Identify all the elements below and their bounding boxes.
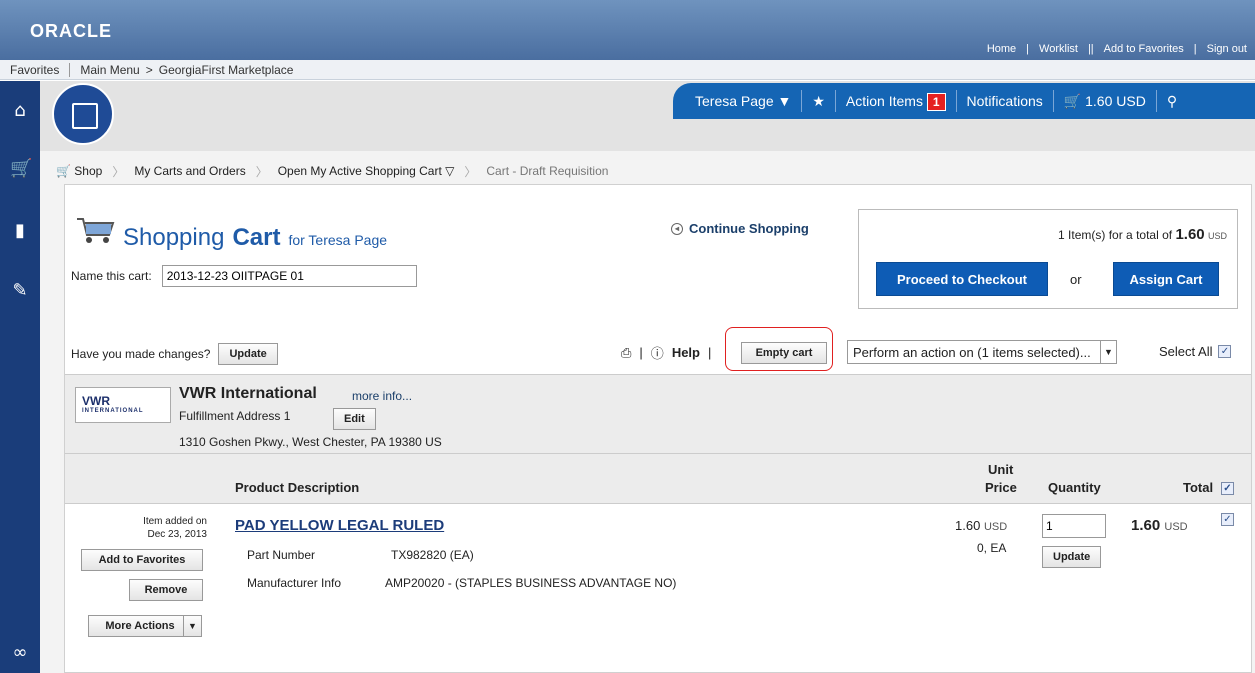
main-menu[interactable]: Main Menu (80, 63, 139, 77)
top-links: Home | Worklist || Add to Favorites | Si… (986, 43, 1247, 55)
cart-icon[interactable]: 🛒 (10, 159, 32, 179)
cart-total-link[interactable]: 🛒 1.60 USD (1064, 93, 1146, 110)
chevron-down-icon: ▼ (1100, 341, 1116, 363)
product-name-link[interactable]: PAD YELLOW LEGAL RULED (235, 517, 444, 534)
add-to-favorites-link[interactable]: Add to Favorites (1104, 43, 1184, 55)
current-page-crumb: GeorgiaFirst Marketplace (158, 62, 294, 77)
favorites-menu[interactable]: Favorites (10, 63, 59, 77)
unit-price: 1.60 USD (955, 518, 1008, 533)
checkout-box: 1 Item(s) for a total of 1.60 USD Procee… (858, 209, 1238, 309)
active-cart-crumb[interactable]: Open My Active Shopping Cart ▽ (278, 164, 455, 178)
home-icon[interactable]: ⌂ (10, 101, 30, 121)
select-all[interactable]: Select All ✓ (1159, 344, 1232, 359)
shop-crumb[interactable]: 🛒 Shop (56, 164, 102, 178)
total-header: Total (1183, 480, 1214, 495)
changes-row: Have you made changes? Update (71, 343, 278, 365)
price-header: Price (985, 480, 1017, 495)
cart-icon: 🛒 (1063, 92, 1082, 109)
chevron-down-icon[interactable]: ▼ (183, 616, 201, 636)
supplier-address: 1310 Goshen Pkwy., West Chester, PA 1938… (179, 435, 442, 449)
documents-icon[interactable]: ▮ (10, 221, 30, 241)
assign-cart-button[interactable]: Assign Cart (1113, 262, 1219, 296)
fulfillment-address-label: Fulfillment Address 1 (179, 409, 291, 423)
shopping-cart-icon (77, 218, 115, 243)
manufacturer-value: AMP20020 - (STAPLES BUSINESS ADVANTAGE N… (385, 576, 677, 590)
empty-cart-button[interactable]: Empty cart (741, 342, 827, 364)
more-info-link[interactable]: more info... (352, 389, 412, 403)
draft-requisition-crumb: Cart - Draft Requisition (486, 164, 609, 178)
item-added-date: Item added on Dec 23, 2013 (143, 516, 207, 540)
cart-summary: 1 Item(s) for a total of 1.60 USD (1058, 226, 1227, 243)
table-header: Product Description Unit Price Quantity … (65, 454, 1251, 504)
notifications-link[interactable]: Notifications (967, 93, 1043, 109)
menu-strip: Favorites Main Menu > GeorgiaFirst Marke… (0, 60, 1255, 80)
continue-shopping-link[interactable]: ◂ Continue Shopping (671, 221, 809, 236)
cart-name-input[interactable] (161, 265, 417, 287)
update-quantity-button[interactable]: Update (1042, 546, 1102, 568)
star-icon[interactable]: ★ (812, 93, 825, 110)
edit-address-button[interactable]: Edit (333, 408, 376, 430)
banner: Teresa Page ▼ ★ Action Items 1 Notificat… (40, 81, 1255, 151)
cart-name-label: Name this cart: (71, 269, 152, 283)
line-total: 1.60 USD (1131, 517, 1188, 534)
left-nav: ⌂ 🛒 ▮ ✎ ∞ (0, 81, 40, 673)
add-to-favorites-button[interactable]: Add to Favorites (81, 549, 203, 571)
page-title: Shopping Cart for Teresa Page (75, 215, 387, 252)
product-description-header: Product Description (235, 480, 360, 495)
total-checkbox[interactable]: ✓ (1221, 482, 1234, 495)
part-number-value: TX982820 (EA) (391, 548, 474, 562)
oracle-header: ORACLE Home | Worklist || Add to Favorit… (0, 0, 1255, 60)
vwr-logo: VWR INTERNATIONAL (75, 387, 171, 423)
supplier-name: VWR International (179, 385, 317, 402)
binoculars-icon[interactable]: ∞ (10, 643, 30, 663)
manufacturer-label: Manufacturer Info (247, 576, 342, 590)
quantity-input[interactable] (1042, 514, 1106, 538)
item-checkbox[interactable]: ✓ (1221, 513, 1234, 526)
user-menu[interactable]: Teresa Page ▼ (695, 93, 791, 109)
cart-panel: Shopping Cart for Teresa Page Name this … (64, 184, 1252, 673)
cart-name-row: Name this cart: (71, 265, 417, 287)
search-icon[interactable]: ⚲ (1167, 93, 1177, 110)
update-cart-button[interactable]: Update (218, 343, 278, 365)
back-arrow-icon: ◂ (671, 222, 683, 235)
unit-header: Unit (988, 462, 1014, 477)
edit-icon[interactable]: ✎ (10, 281, 30, 301)
part-number-label: Part Number (247, 548, 316, 562)
oracle-logo: ORACLE (30, 21, 112, 41)
unit-of-measure: 0, EA (977, 541, 1007, 555)
action-items-badge: 1 (926, 93, 946, 111)
action-select[interactable]: Perform an action on (1 items selected).… (847, 340, 1117, 364)
remove-button[interactable]: Remove (129, 579, 203, 601)
cart-tools: ⎙ | ⓘ Help | (621, 344, 712, 362)
user-toolbar: Teresa Page ▼ ★ Action Items 1 Notificat… (673, 83, 1255, 119)
help-link[interactable]: Help (672, 345, 700, 360)
main-content: Teresa Page ▼ ★ Action Items 1 Notificat… (40, 81, 1255, 673)
home-link[interactable]: Home (987, 43, 1016, 55)
university-seal-logo (52, 83, 114, 145)
action-items-link[interactable]: Action Items 1 (846, 93, 946, 111)
help-icon: ⓘ (650, 346, 664, 361)
sign-out-link[interactable]: Sign out (1207, 43, 1247, 55)
select-all-checkbox[interactable]: ✓ (1218, 345, 1232, 358)
quantity-header: Quantity (1048, 480, 1101, 495)
print-icon[interactable]: ⎙ (621, 345, 631, 361)
more-actions-button[interactable]: More Actions ▼ (88, 615, 202, 637)
carts-crumb[interactable]: My Carts and Orders (134, 164, 245, 178)
supplier-header: VWR INTERNATIONAL VWR International more… (65, 374, 1251, 454)
proceed-to-checkout-button[interactable]: Proceed to Checkout (876, 262, 1048, 296)
breadcrumb: 🛒 Shop 〉 My Carts and Orders 〉 Open My A… (56, 164, 609, 179)
table-row: Item added on Dec 23, 2013 Add to Favori… (65, 505, 1251, 673)
worklist-link[interactable]: Worklist (1039, 43, 1078, 55)
